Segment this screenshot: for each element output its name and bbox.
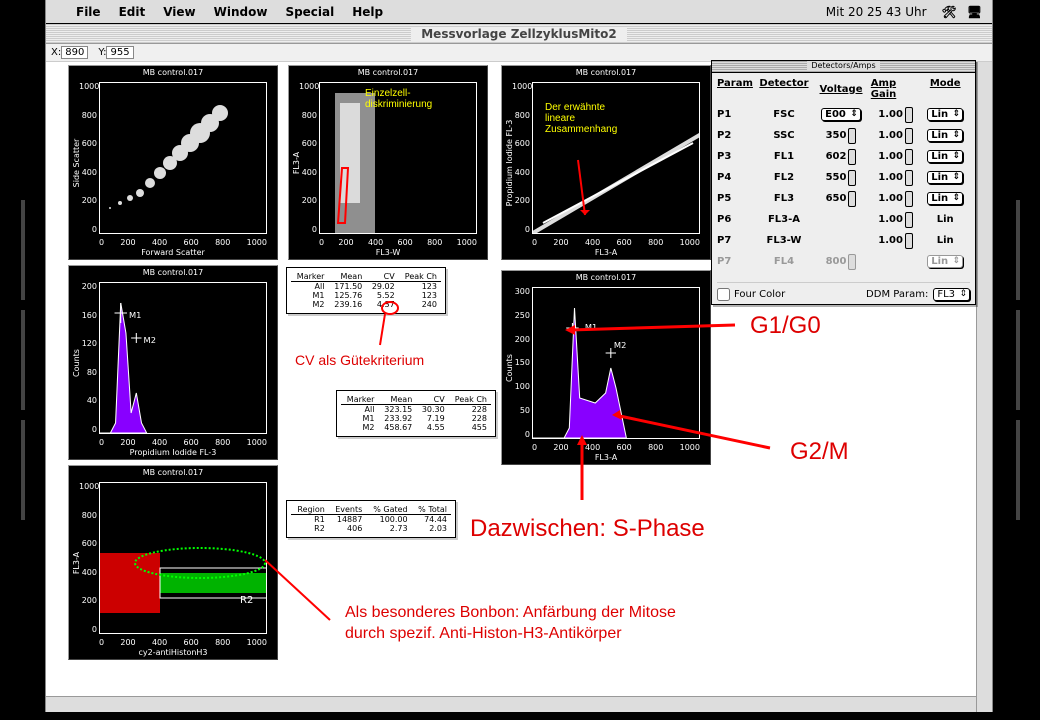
stats-table-3: Region Events% Gated% Total R1 14887 100.00…	[286, 500, 456, 538]
menu-view[interactable]: View	[163, 5, 195, 19]
anno-cv: CV als Gütekriterium	[295, 352, 425, 368]
y-coord: 955	[106, 46, 134, 59]
plot-panel-1: MB control.017 0 200 400 600 800 1000 0 …	[68, 65, 278, 260]
scrollbar-horizontal[interactable]	[46, 696, 976, 712]
anno-g1: G1/G0	[750, 312, 821, 339]
bg-decoration-right	[995, 0, 1040, 720]
svg-text:M2: M2	[144, 335, 156, 345]
menu-file[interactable]: File	[76, 5, 101, 19]
anno-bonbon: Als besonderes Bonbon: Anfärbung der Mit…	[345, 604, 676, 642]
menu-help[interactable]: Help	[352, 5, 383, 19]
menu-edit[interactable]: Edit	[119, 5, 146, 19]
plot-panel-4: MB control.017 M1 M2 0 40 80 120 160 200…	[68, 265, 278, 460]
four-color-check[interactable]	[717, 288, 730, 301]
plot-panel-6: MB control.017 R2 02004006008001000	[68, 465, 278, 660]
x-coord: 890	[61, 46, 89, 59]
svg-text:M1: M1	[129, 310, 141, 320]
anno-einzel: Einzelzell- diskriminierung	[365, 88, 433, 110]
svg-text:M1: M1	[585, 322, 597, 332]
detectors-window[interactable]: Detectors/Amps Param Detector Voltage Am…	[711, 60, 976, 305]
menubar: File Edit View Window Special Help Mit 2…	[46, 0, 992, 24]
menu-window[interactable]: Window	[214, 5, 268, 19]
svg-text:M2: M2	[614, 340, 626, 350]
plot-panel-3: MB control.017 0 200 400 600 800 1000 0 200 400…	[501, 65, 711, 260]
clock: Mit 20 25 43 Uhr	[825, 4, 927, 19]
window-title: Messvorlage ZellzyklusMito2	[411, 26, 627, 41]
window-title-bar[interactable]: Messvorlage ZellzyklusMito2	[46, 24, 992, 44]
app-icon[interactable]: 🛠	[942, 5, 957, 19]
anno-g2: G2/M	[790, 438, 849, 465]
svg-text:R2: R2	[240, 595, 253, 606]
stats-table-2: Marker Mean CV Peak Ch All 323.15 30.30 228 M1…	[336, 390, 496, 437]
anno-sphase: Dazwischen: S-Phase	[470, 515, 705, 542]
anno-linear: Der erwähnte lineare Zusammenhang	[545, 102, 618, 135]
stats-table-1: Marker Mean CV Peak Ch All 171.50 29.02 123 M1…	[286, 267, 446, 314]
finder-icon[interactable]: 🖥	[967, 5, 982, 19]
menu-special[interactable]: Special	[285, 5, 334, 19]
scrollbar-vertical[interactable]	[976, 62, 992, 712]
bg-decoration-left	[0, 0, 45, 720]
plot-panel-5: MB control.017 M1 M2 0 50 100 150 200 25…	[501, 270, 711, 465]
